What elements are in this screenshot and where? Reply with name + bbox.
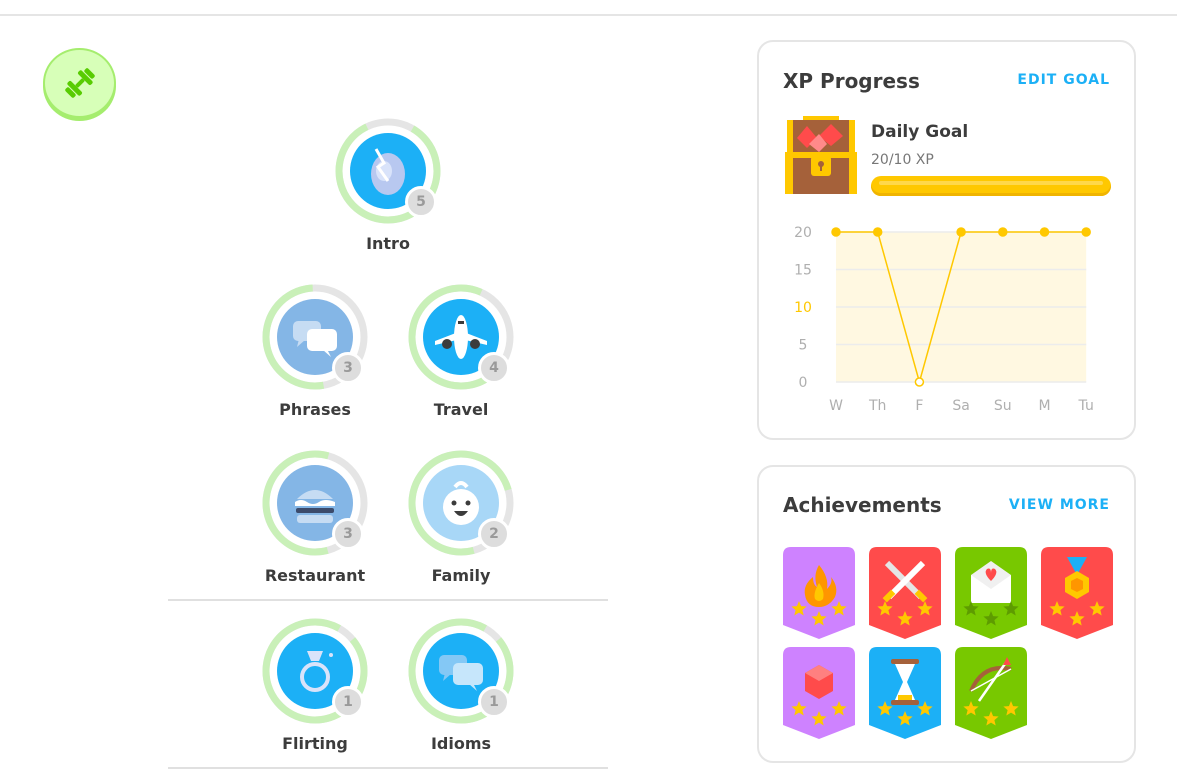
card-title: Achievements bbox=[783, 493, 942, 517]
achievement-badge[interactable] bbox=[1041, 547, 1113, 639]
y-tick-label: 20 bbox=[794, 225, 812, 241]
xp-data-point bbox=[872, 227, 883, 237]
baby-icon bbox=[443, 481, 479, 525]
achievement-badge[interactable] bbox=[869, 547, 941, 639]
section-divider bbox=[168, 599, 608, 601]
y-tick-label: 10 bbox=[794, 300, 812, 316]
crown-level-badge: 1 bbox=[332, 686, 364, 718]
skill-label: Phrases bbox=[279, 400, 351, 419]
top-divider bbox=[0, 14, 1177, 16]
daily-goal-progress-bar bbox=[871, 176, 1111, 196]
crown-level-badge: 3 bbox=[332, 352, 364, 384]
skill-label: Restaurant bbox=[264, 566, 366, 585]
skill-label: Travel bbox=[433, 400, 489, 419]
crown-level-badge: 4 bbox=[478, 352, 510, 384]
burger-icon bbox=[295, 490, 335, 523]
crown-level-badge: 3 bbox=[332, 518, 364, 550]
x-tick-label: Sa bbox=[952, 398, 969, 414]
x-tick-label: Tu bbox=[1078, 398, 1094, 414]
skill-label: Intro bbox=[366, 234, 410, 253]
achievements-card: Achievements VIEW MORE bbox=[757, 465, 1136, 763]
xp-data-point bbox=[956, 227, 966, 237]
achievement-badge[interactable] bbox=[955, 647, 1027, 739]
skill-label: Family bbox=[431, 566, 491, 585]
x-tick-label: F bbox=[915, 398, 923, 414]
daily-goal-title: Daily Goal bbox=[871, 122, 969, 142]
crown-level-badge: 1 bbox=[478, 686, 510, 718]
skill-intro[interactable]: 5 Intro bbox=[318, 116, 458, 253]
speech-bubbles-icon bbox=[439, 655, 483, 691]
x-tick-label: W bbox=[829, 398, 843, 414]
ring-icon bbox=[300, 651, 333, 692]
achievement-badge[interactable] bbox=[869, 647, 941, 739]
xp-data-point bbox=[1039, 227, 1050, 237]
achievement-badge[interactable] bbox=[783, 647, 855, 739]
skill-travel[interactable]: 4 Travel bbox=[391, 282, 531, 419]
xp-data-point bbox=[998, 227, 1008, 237]
skill-phrases[interactable]: 3 Phrases bbox=[245, 282, 385, 419]
skill-restaurant[interactable]: 3 Restaurant bbox=[245, 448, 385, 585]
crown-level-badge: 2 bbox=[478, 518, 510, 550]
crown-level-badge: 5 bbox=[405, 186, 437, 218]
x-tick-label: M bbox=[1038, 398, 1050, 414]
skill-family[interactable]: 2 Family bbox=[391, 448, 531, 585]
x-tick-label: Th bbox=[868, 398, 886, 414]
xp-data-point bbox=[1081, 227, 1091, 237]
skill-label: Idioms bbox=[430, 734, 492, 753]
skill-label: Flirting bbox=[282, 734, 348, 753]
section-divider bbox=[168, 767, 608, 769]
skill-flirting[interactable]: 1 Flirting bbox=[245, 616, 385, 753]
practice-button[interactable] bbox=[43, 48, 116, 118]
skill-idioms[interactable]: 1 Idioms bbox=[391, 616, 531, 753]
xp-line-chart: 20 15 10 5 0 W Th F Sa Su M Tu bbox=[794, 225, 1094, 414]
card-title: XP Progress bbox=[783, 69, 920, 93]
y-tick-label: 0 bbox=[799, 375, 808, 391]
speech-bubbles-icon bbox=[293, 321, 337, 357]
daily-goal-value: 20/10 XP bbox=[871, 152, 934, 168]
achievement-badge[interactable] bbox=[955, 547, 1027, 639]
xp-progress-card: XP Progress EDIT GOAL Daily Goal 20/10 X… bbox=[757, 40, 1136, 440]
x-tick-label: Su bbox=[994, 398, 1012, 414]
y-tick-label: 15 bbox=[794, 263, 812, 279]
dumbbell-icon bbox=[64, 68, 95, 98]
treasure-chest-icon bbox=[785, 116, 857, 194]
xp-data-point bbox=[914, 377, 925, 387]
edit-goal-link[interactable]: EDIT GOAL bbox=[1017, 72, 1110, 88]
achievement-badge[interactable] bbox=[783, 547, 855, 639]
y-tick-label: 5 bbox=[799, 338, 808, 354]
xp-data-point bbox=[831, 227, 841, 237]
view-more-link[interactable]: VIEW MORE bbox=[1009, 497, 1110, 513]
